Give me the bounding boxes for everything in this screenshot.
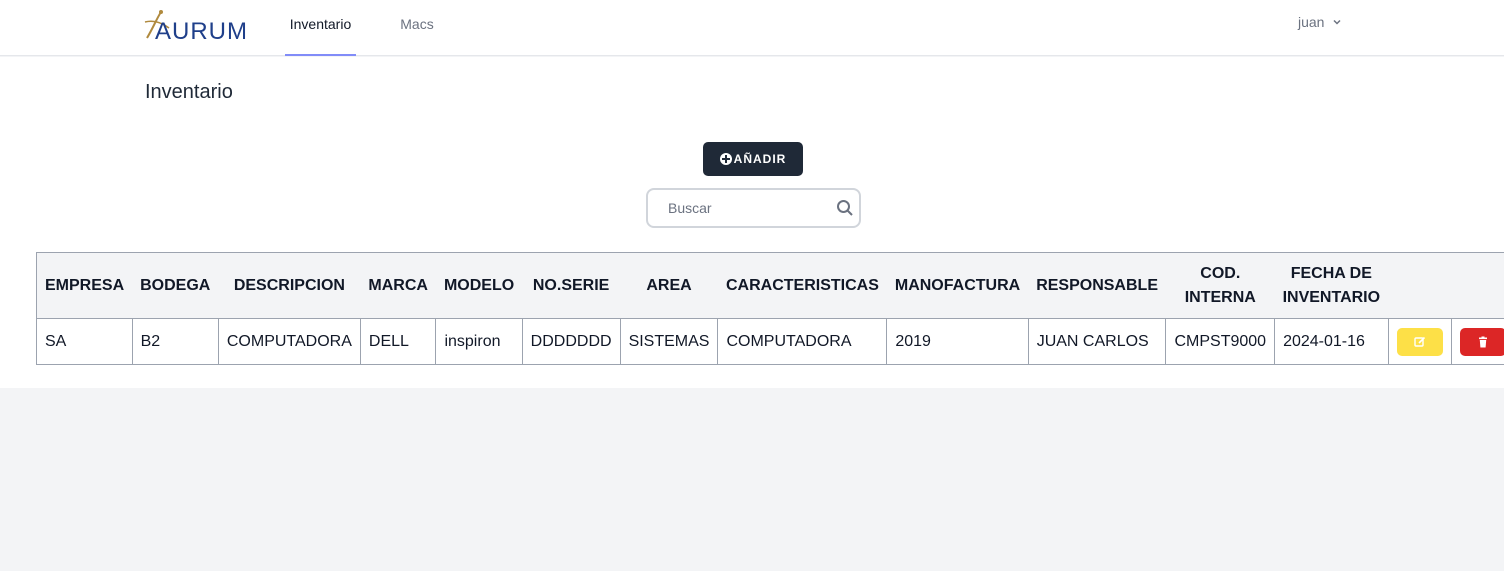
delete-button[interactable] bbox=[1459, 327, 1504, 356]
header-cod-interna: COD. INTERNA bbox=[1165, 252, 1275, 319]
logo-text: AURUM bbox=[155, 18, 248, 45]
user-name: juan bbox=[1298, 14, 1325, 30]
header-delete-col bbox=[1451, 252, 1504, 319]
header-empresa: EMPRESA bbox=[36, 252, 133, 319]
top-navigation: AURUM Inventario Macs juan bbox=[0, 0, 1504, 56]
cell-empresa: SA bbox=[36, 318, 133, 365]
header-manofactura: MANOFACTURA bbox=[886, 252, 1029, 319]
cell-delete bbox=[1450, 318, 1504, 365]
table-header-row: EMPRESA BODEGA DESCRIPCION MARCA MODELO … bbox=[36, 252, 1504, 319]
header-edit-col bbox=[1388, 252, 1452, 319]
table-row: SA B2 COMPUTADORA DELL inspiron DDDDDDD … bbox=[36, 318, 1504, 365]
aurum-logo[interactable]: AURUM bbox=[143, 8, 253, 48]
page-title: Inventario bbox=[145, 81, 233, 103]
header-fecha-inventario: FECHA DE INVENTARIO bbox=[1274, 252, 1389, 319]
cell-area: SISTEMAS bbox=[619, 318, 719, 365]
add-button[interactable]: AÑADIR bbox=[703, 142, 803, 176]
trash-icon bbox=[1478, 336, 1487, 347]
header-area: AREA bbox=[620, 252, 718, 319]
cell-modelo: inspiron bbox=[435, 318, 523, 365]
cell-caracteristicas: COMPUTADORA bbox=[717, 318, 888, 365]
header-caracteristicas: CARACTERISTICAS bbox=[717, 252, 887, 319]
cell-descripcion: COMPUTADORA bbox=[217, 318, 361, 365]
cell-responsable: JUAN CARLOS bbox=[1027, 318, 1167, 365]
cell-fecha-inventario: 2024-01-16 bbox=[1274, 318, 1389, 365]
header-responsable: RESPONSABLE bbox=[1028, 252, 1166, 319]
inventory-table: EMPRESA BODEGA DESCRIPCION MARCA MODELO … bbox=[36, 252, 1504, 365]
search-icon[interactable] bbox=[836, 199, 854, 217]
nav-link-inventario[interactable]: Inventario bbox=[285, 0, 356, 56]
header-bodega: BODEGA bbox=[132, 252, 219, 319]
edit-button[interactable] bbox=[1396, 327, 1443, 356]
user-menu[interactable]: juan bbox=[1298, 14, 1342, 30]
nav-link-macs[interactable]: Macs bbox=[396, 0, 438, 56]
cell-bodega: B2 bbox=[131, 318, 219, 365]
add-button-label: AÑADIR bbox=[733, 152, 787, 166]
chevron-down-icon bbox=[1333, 19, 1341, 25]
search-input[interactable] bbox=[648, 190, 828, 226]
cell-no-serie: DDDDDDD bbox=[521, 318, 621, 365]
main-content: Inventario AÑADIR EMPRESA BODEGA DESCRIP… bbox=[0, 57, 1504, 388]
header-no-serie: NO.SERIE bbox=[522, 252, 621, 319]
cell-marca: DELL bbox=[359, 318, 437, 365]
cell-cod-interna: CMPST9000 bbox=[1165, 318, 1276, 365]
edit-icon bbox=[1413, 336, 1425, 347]
header-descripcion: DESCRIPCION bbox=[218, 252, 361, 319]
header-modelo: MODELO bbox=[435, 252, 523, 319]
header-marca: MARCA bbox=[360, 252, 436, 319]
page-background bbox=[0, 388, 1504, 571]
cell-manofactura: 2019 bbox=[886, 318, 1029, 365]
search-box bbox=[646, 188, 861, 228]
cell-edit bbox=[1387, 318, 1452, 365]
plus-circle-icon bbox=[719, 153, 732, 165]
